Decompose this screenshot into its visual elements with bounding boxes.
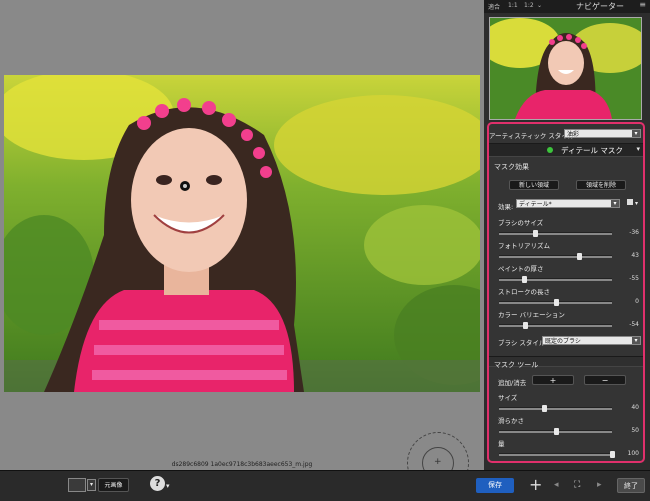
color-swatch-icon[interactable] <box>627 199 633 205</box>
edit-panel: アーティスティック スタイル 油彩 ▾ ディテール マスク ▾ マスク効果 新し… <box>487 122 645 463</box>
right-panel: 適合 1:1 1:2 ⌄ ナビゲーター ≡ アーティスティック スタイル 油彩 … <box>484 0 650 470</box>
collapse-chevron-icon[interactable]: ▾ <box>636 145 640 153</box>
zoom-50-button[interactable]: 1:2 <box>524 2 534 9</box>
help-icon[interactable]: ? <box>150 476 165 491</box>
brush-style-label: ブラシ スタイル <box>498 339 546 347</box>
mask-effect-title: マスク効果 <box>494 163 529 171</box>
slider-handle[interactable] <box>522 322 528 329</box>
new-area-button[interactable]: 新しい領域 <box>509 180 559 190</box>
slider-value: -36 <box>629 229 639 236</box>
status-dot-icon <box>547 147 553 153</box>
edited-photo[interactable] <box>4 75 480 392</box>
swatch-chevron-icon[interactable]: ▾ <box>635 200 638 207</box>
navigator-thumbnail[interactable] <box>489 17 642 120</box>
artistic-style-value: 油彩 <box>567 131 580 138</box>
slider-track[interactable] <box>499 451 615 458</box>
view-mode-icon[interactable] <box>68 478 86 492</box>
done-button[interactable]: 終了 <box>617 478 645 493</box>
brush-cursor-crosshair-icon: + <box>434 457 442 467</box>
slider-value: 100 <box>627 450 639 457</box>
detail-mask-label: ディテール マスク <box>561 146 623 155</box>
slider-label: ブラシのサイズ <box>498 219 544 227</box>
slider-handle[interactable] <box>553 428 559 435</box>
save-button[interactable]: 保存 <box>476 478 514 493</box>
zoom-100-button[interactable]: 1:1 <box>508 2 518 9</box>
zoom-menu-chevron-icon[interactable]: ⌄ <box>537 2 542 9</box>
effect-select[interactable]: ディテール* ▾ <box>516 199 620 208</box>
slider-label: 量 <box>498 440 505 448</box>
slider-handle[interactable] <box>553 299 559 306</box>
navigator-menu-icon[interactable]: ≡ <box>639 0 646 9</box>
add-icon[interactable]: + <box>529 475 542 494</box>
brush-style-select[interactable]: 既定のブラシ ▾ <box>542 336 641 345</box>
mask-tool-title: マスク ツール <box>494 361 539 369</box>
slider-track[interactable] <box>499 322 612 329</box>
brush-style-value: 既定のブラシ <box>545 338 581 345</box>
slider-handle[interactable] <box>542 405 548 412</box>
slider-track[interactable] <box>499 253 612 260</box>
slider-label: カラー バリエーション <box>498 311 565 319</box>
slider-value: 0 <box>635 298 639 305</box>
slider-track[interactable] <box>499 276 612 283</box>
slider-track[interactable] <box>499 405 612 412</box>
slider-handle[interactable] <box>533 230 539 237</box>
detail-mask-header[interactable]: ディテール マスク ▾ <box>489 143 643 157</box>
slider-handle[interactable] <box>610 451 615 458</box>
slider-track[interactable] <box>499 428 612 435</box>
slider-value: 40 <box>631 404 639 411</box>
next-arrow-icon[interactable]: ▸ <box>597 480 602 490</box>
view-mode-chevron-icon[interactable]: ▾ <box>87 479 96 491</box>
slider-value: -55 <box>629 275 639 282</box>
navigator-header: 適合 1:1 1:2 ⌄ ナビゲーター ≡ <box>484 0 650 13</box>
slider-handle[interactable] <box>521 276 527 283</box>
effect-label: 効果: <box>498 203 514 211</box>
zoom-fit-button[interactable]: 適合 <box>488 2 500 11</box>
help-chevron-icon[interactable]: ▾ <box>166 482 170 490</box>
slider-label: フォトリアリズム <box>498 242 550 250</box>
chevron-down-icon: ▾ <box>632 130 640 137</box>
chevron-down-icon: ▾ <box>611 200 619 207</box>
canvas-area[interactable]: ds289c6809 1a0ec9718c3b683aeec653_m.jpg <box>0 0 484 470</box>
slider-value: -54 <box>629 321 639 328</box>
bottom-toolbar: ▾ 元画像 ? ▾ 保存 + ◂ ⛶ ▸ 終了 <box>0 470 650 501</box>
add-mask-button[interactable]: + <box>532 375 574 385</box>
slider-handle[interactable] <box>577 253 583 260</box>
delete-area-button[interactable]: 領域を削除 <box>576 180 626 190</box>
original-image-button[interactable]: 元画像 <box>98 478 129 492</box>
slider-label: サイズ <box>498 394 518 402</box>
slider-label: 滑らかさ <box>498 417 524 425</box>
artistic-style-select[interactable]: 油彩 ▾ <box>564 129 641 138</box>
slider-value: 50 <box>631 427 639 434</box>
add-remove-label: 追加/消去 <box>498 379 527 387</box>
slider-track[interactable] <box>499 230 612 237</box>
effect-value: ディテール* <box>519 201 552 208</box>
remove-mask-button[interactable]: − <box>584 375 626 385</box>
slider-label: ストロークの長さ <box>498 288 550 296</box>
slider-value: 43 <box>631 252 639 259</box>
artistic-style-label: アーティスティック スタイル <box>489 132 575 140</box>
slider-track[interactable] <box>499 299 612 306</box>
fullscreen-icon[interactable]: ⛶ <box>574 480 580 490</box>
painted-portrait-image <box>4 75 480 392</box>
previous-arrow-icon[interactable]: ◂ <box>554 480 559 490</box>
chevron-down-icon: ▾ <box>632 337 640 344</box>
slider-label: ペイントの厚さ <box>498 265 544 273</box>
navigator-title: ナビゲーター <box>576 2 624 11</box>
navigator-thumbnail-image <box>490 18 641 119</box>
